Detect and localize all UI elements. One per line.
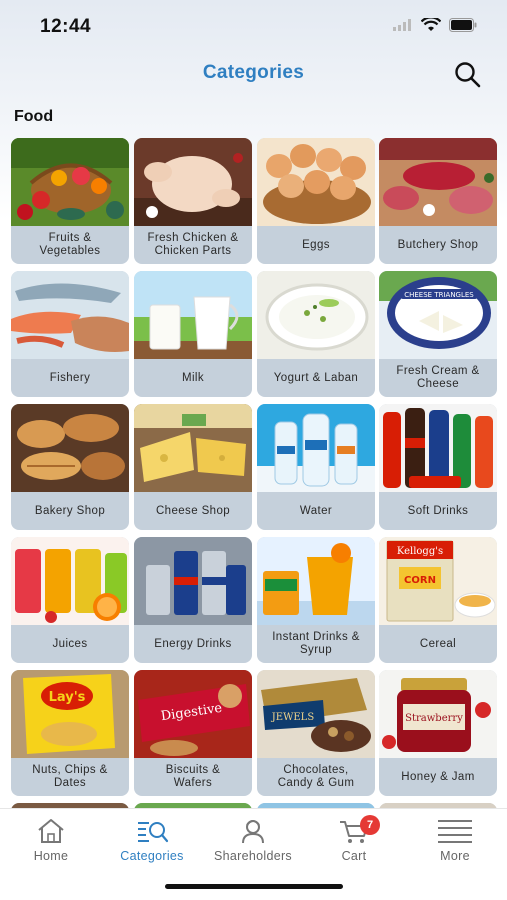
category-tile[interactable]: Energy Drinks xyxy=(134,537,252,663)
category-label: Cheese Shop xyxy=(155,504,231,517)
juices-image xyxy=(11,537,129,625)
category-label: Fishery xyxy=(49,371,91,384)
category-tile[interactable]: Eggs xyxy=(257,138,375,264)
categories-icon xyxy=(138,822,169,843)
status-time: 12:44 xyxy=(40,16,92,37)
category-label: Bakery Shop xyxy=(34,504,106,517)
butchery-image xyxy=(379,138,497,226)
category-label: Cereal xyxy=(419,637,457,650)
battery-icon xyxy=(449,18,477,32)
water-image xyxy=(257,404,375,492)
category-tile[interactable]: Lay's Nuts, Chips & Dates xyxy=(11,670,129,796)
category-label: Eggs xyxy=(302,238,330,251)
search-button[interactable] xyxy=(453,60,483,90)
cart-badge: 7 xyxy=(360,815,380,835)
chocolates-image: JEWELS xyxy=(257,670,375,758)
honey-jam-image: Strawberry xyxy=(379,670,497,758)
category-label: Yogurt & Laban xyxy=(273,371,359,384)
biscuits-image: Digestive xyxy=(134,670,252,758)
category-tile[interactable]: JEWELS Chocolates, Candy & Gum xyxy=(257,670,375,796)
category-tile[interactable]: Juices xyxy=(11,537,129,663)
svg-text:Strawberry: Strawberry xyxy=(405,713,463,724)
fruits-vegetables-image xyxy=(11,138,129,226)
tab-home-label: Home xyxy=(33,849,69,863)
category-label: Juices xyxy=(52,637,88,650)
search-icon xyxy=(455,62,481,88)
category-tile[interactable]: Fresh Chicken & Chicken Parts xyxy=(134,138,252,264)
tab-shareholders-label: Shareholders xyxy=(214,849,292,863)
status-icons xyxy=(393,18,477,32)
fishery-image xyxy=(11,271,129,359)
chicken-image xyxy=(134,138,252,226)
category-label: Fresh Cream & Cheese xyxy=(396,365,480,390)
section-title: Food xyxy=(14,108,54,125)
status-bar: 12:44 xyxy=(0,0,507,50)
svg-text:CORN: CORN xyxy=(404,575,436,586)
tab-more[interactable]: More xyxy=(405,817,505,871)
cheese-image xyxy=(134,404,252,492)
category-label: Energy Drinks xyxy=(154,637,232,650)
category-label: Nuts, Chips & Dates xyxy=(32,764,108,789)
category-tile[interactable]: Kellogg's CORN Cereal xyxy=(379,537,497,663)
category-tile[interactable]: Soft Drinks xyxy=(379,404,497,530)
category-label: Instant Drinks & Syrup xyxy=(272,631,360,656)
instant-drinks-image xyxy=(257,537,375,625)
category-tile[interactable]: Fruits & Vegetables xyxy=(11,138,129,264)
tab-more-label: More xyxy=(440,849,470,863)
menu-icon xyxy=(438,820,472,843)
milk-image xyxy=(134,271,252,359)
category-label: Honey & Jam xyxy=(401,770,475,783)
page-title: Categories xyxy=(202,62,305,83)
tab-cart[interactable]: 7 Cart xyxy=(304,815,404,871)
nuts-chips-image: Lay's xyxy=(11,670,129,758)
header: Categories xyxy=(0,54,507,98)
home-icon xyxy=(38,819,64,843)
category-label: Butchery Shop xyxy=(397,238,479,251)
cream-cheese-image: CHEESE TRIANGLES xyxy=(379,271,497,359)
home-indicator xyxy=(165,884,343,889)
tab-categories-label: Categories xyxy=(120,849,184,863)
category-label: Water xyxy=(299,504,333,517)
shareholders-icon xyxy=(242,820,264,844)
category-tile[interactable]: Digestive Biscuits & Wafers xyxy=(134,670,252,796)
bakery-image xyxy=(11,404,129,492)
category-tile[interactable]: Strawberry Honey & Jam xyxy=(379,670,497,796)
category-tile[interactable]: Fishery xyxy=(11,271,129,397)
eggs-image xyxy=(257,138,375,226)
soft-drinks-image xyxy=(379,404,497,492)
category-tile[interactable]: CHEESE TRIANGLES Fresh Cream & Cheese xyxy=(379,271,497,397)
category-tile[interactable]: Milk xyxy=(134,271,252,397)
category-label: Biscuits & Wafers xyxy=(165,764,221,789)
category-grid: Fruits & Vegetables Fresh Chicken & Chicke… xyxy=(11,138,497,812)
tab-shareholders[interactable]: Shareholders xyxy=(203,817,303,871)
svg-text:Kellogg's: Kellogg's xyxy=(397,546,443,557)
svg-text:Lay's: Lay's xyxy=(49,690,86,705)
category-tile[interactable]: Butchery Shop xyxy=(379,138,497,264)
signal-icon xyxy=(393,19,411,31)
category-tile[interactable]: Cheese Shop xyxy=(134,404,252,530)
category-label: Fresh Chicken & Chicken Parts xyxy=(147,232,239,257)
tab-cart-label: Cart xyxy=(341,849,367,863)
category-tile[interactable]: Instant Drinks & Syrup xyxy=(257,537,375,663)
energy-drinks-image xyxy=(134,537,252,625)
yogurt-image xyxy=(257,271,375,359)
tab-home[interactable]: Home xyxy=(1,817,101,871)
category-tile[interactable]: Water xyxy=(257,404,375,530)
category-label: Milk xyxy=(181,371,205,384)
category-label: Fruits & Vegetables xyxy=(39,232,101,257)
svg-text:JEWELS: JEWELS xyxy=(271,712,315,723)
category-label: Soft Drinks xyxy=(407,504,469,517)
wifi-icon xyxy=(421,18,441,31)
category-label: Chocolates, Candy & Gum xyxy=(277,764,355,789)
cereal-image: Kellogg's CORN xyxy=(379,537,497,625)
category-tile[interactable]: Yogurt & Laban xyxy=(257,271,375,397)
category-tile[interactable]: Bakery Shop xyxy=(11,404,129,530)
svg-text:CHEESE TRIANGLES: CHEESE TRIANGLES xyxy=(404,291,474,299)
tab-categories[interactable]: Categories xyxy=(102,817,202,871)
